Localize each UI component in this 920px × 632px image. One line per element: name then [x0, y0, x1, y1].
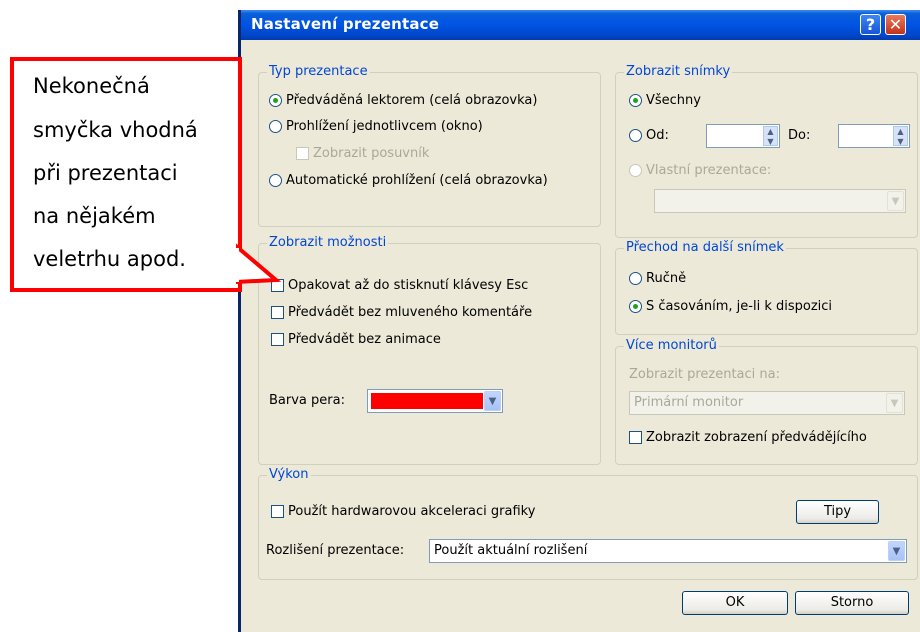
monitor-label: Zobrazit prezentaci na: [629, 367, 780, 382]
callout-line: při prezentaci [33, 161, 178, 185]
checkbox-label: Zobrazit zobrazení předvádějícího [646, 430, 867, 445]
callout-line: smyčka vhodná [33, 118, 198, 142]
radio-label: Od: [646, 128, 669, 143]
vlastni-select[interactable]: ▼ [654, 189, 906, 213]
group-label: Více monitorů [624, 338, 719, 353]
ok-button[interactable]: OK [682, 591, 788, 615]
tipy-button[interactable]: Tipy [796, 500, 879, 524]
radio-casovani[interactable]: S časováním, je-li k dispozici [629, 299, 832, 314]
checkbox-icon [296, 147, 309, 160]
radio-automaticke[interactable]: Automatické prohlížení (celá obrazovka) [269, 173, 548, 188]
checkbox-icon [629, 431, 642, 444]
callout-line: Nekonečná [33, 74, 150, 98]
checkbox-label: Použít hardwarovou akceleraci grafiky [288, 504, 536, 519]
barva-pera-label: Barva pera: [269, 393, 345, 408]
group-typ-prezentace: Typ prezentace Předváděná lektorem (celá… [258, 64, 601, 227]
checkbox-label: Předvádět bez animace [288, 332, 441, 347]
radio-vsechny[interactable]: Všechny [629, 93, 701, 108]
help-button[interactable]: ? [860, 14, 881, 35]
radio-label: S časováním, je-li k dispozici [646, 299, 833, 314]
rozliseni-label: Rozlišení prezentace: [266, 543, 405, 558]
radio-vlastni[interactable]: Vlastní prezentace: [629, 163, 771, 178]
group-label: Výkon [267, 467, 311, 482]
radio-label: Automatické prohlížení (celá obrazovka) [286, 173, 548, 188]
annotation-callout: Nekonečná smyčka vhodná při prezentaci n… [10, 57, 242, 292]
radio-icon [629, 129, 642, 142]
rozliseni-select[interactable]: Použít aktuální rozlišení ▼ [429, 539, 907, 563]
monitor-value: Primární monitor [634, 395, 744, 410]
chevron-down-icon[interactable]: ▼ [888, 541, 905, 561]
group-zobrazit-moznosti: Zobrazit možnosti Opakovat až do stisknu… [258, 235, 601, 465]
radio-icon [629, 300, 642, 313]
group-vice-monitoru: Více monitorů Zobrazit prezentaci na: Pr… [615, 338, 918, 465]
callout-line: veletrhu apod. [33, 247, 186, 271]
callout-line: na nějakém [33, 204, 156, 228]
group-label: Typ prezentace [267, 64, 370, 79]
group-zobrazit-snimky: Zobrazit snímky Všechny Od: ▲ ▼ Do: ▲ ▼ Vl… [615, 64, 918, 238]
checkbox-icon [271, 505, 284, 518]
chevron-down-icon[interactable]: ▼ [886, 393, 903, 413]
checkbox-bez-komentare[interactable]: Předvádět bez mluveného komentáře [271, 305, 532, 320]
checkbox-icon [271, 333, 284, 346]
radio-icon [629, 164, 642, 177]
od-spinner[interactable]: ▲ ▼ [706, 124, 780, 148]
close-button[interactable]: ✕ [885, 14, 906, 35]
monitor-select[interactable]: Primární monitor ▼ [629, 391, 905, 415]
chevron-down-icon[interactable]: ▼ [887, 191, 904, 211]
radio-icon [629, 94, 642, 107]
radio-icon [269, 120, 282, 133]
radio-od[interactable]: Od: [629, 128, 669, 143]
do-spinner[interactable]: ▲ ▼ [838, 124, 910, 148]
chevron-down-icon[interactable]: ▼ [484, 391, 501, 411]
group-prechod: Přechod na další snímek Ručně S časování… [615, 240, 918, 335]
radio-icon [269, 174, 282, 187]
spinner-arrows-icon[interactable]: ▲ ▼ [893, 126, 908, 146]
spinner-arrows-icon[interactable]: ▲ ▼ [763, 126, 778, 146]
checkbox-label: Předvádět bez mluveného komentáře [288, 305, 533, 320]
callout-pointer-icon [236, 243, 282, 285]
color-swatch [371, 393, 483, 409]
title-bar[interactable]: Nastavení prezentace ? ✕ [241, 10, 920, 40]
radio-jednotlivcem[interactable]: Prohlížení jednotlivcem (okno) [269, 119, 483, 134]
radio-label: Předváděná lektorem (celá obrazovka) [286, 93, 538, 108]
do-label: Do: [788, 128, 811, 143]
rozliseni-value: Použít aktuální rozlišení [434, 543, 588, 558]
radio-lektorem[interactable]: Předváděná lektorem (celá obrazovka) [269, 93, 537, 108]
radio-label: Prohlížení jednotlivcem (okno) [286, 119, 483, 134]
checkbox-predvadejiciho[interactable]: Zobrazit zobrazení předvádějícího [629, 430, 867, 445]
checkbox-opakovat[interactable]: Opakovat až do stisknutí klávesy Esc [271, 278, 528, 293]
group-label: Zobrazit snímky [624, 64, 733, 79]
radio-label: Všechny [646, 93, 701, 108]
radio-rucne[interactable]: Ručně [629, 271, 686, 286]
radio-icon [629, 272, 642, 285]
group-vykon: Výkon Použít hardwarovou akceleraci graf… [258, 467, 918, 580]
radio-label: Vlastní prezentace: [646, 163, 772, 178]
checkbox-posuvnik[interactable]: Zobrazit posuvník [296, 146, 429, 161]
storno-button[interactable]: Storno [795, 591, 909, 615]
checkbox-icon [271, 306, 284, 319]
radio-label: Ručně [646, 271, 687, 286]
radio-icon [269, 94, 282, 107]
group-label: Přechod na další snímek [624, 240, 786, 255]
dialog-window: Nastavení prezentace ? ✕ Typ prezentace … [238, 10, 920, 632]
checkbox-label: Opakovat až do stisknutí klávesy Esc [288, 278, 529, 293]
dialog-title: Nastavení prezentace [251, 15, 440, 33]
checkbox-label: Zobrazit posuvník [313, 146, 430, 161]
checkbox-bez-animace[interactable]: Předvádět bez animace [271, 332, 441, 347]
barva-pera-select[interactable]: ▼ [367, 389, 503, 413]
checkbox-akcelerace[interactable]: Použít hardwarovou akceleraci grafiky [271, 504, 535, 519]
